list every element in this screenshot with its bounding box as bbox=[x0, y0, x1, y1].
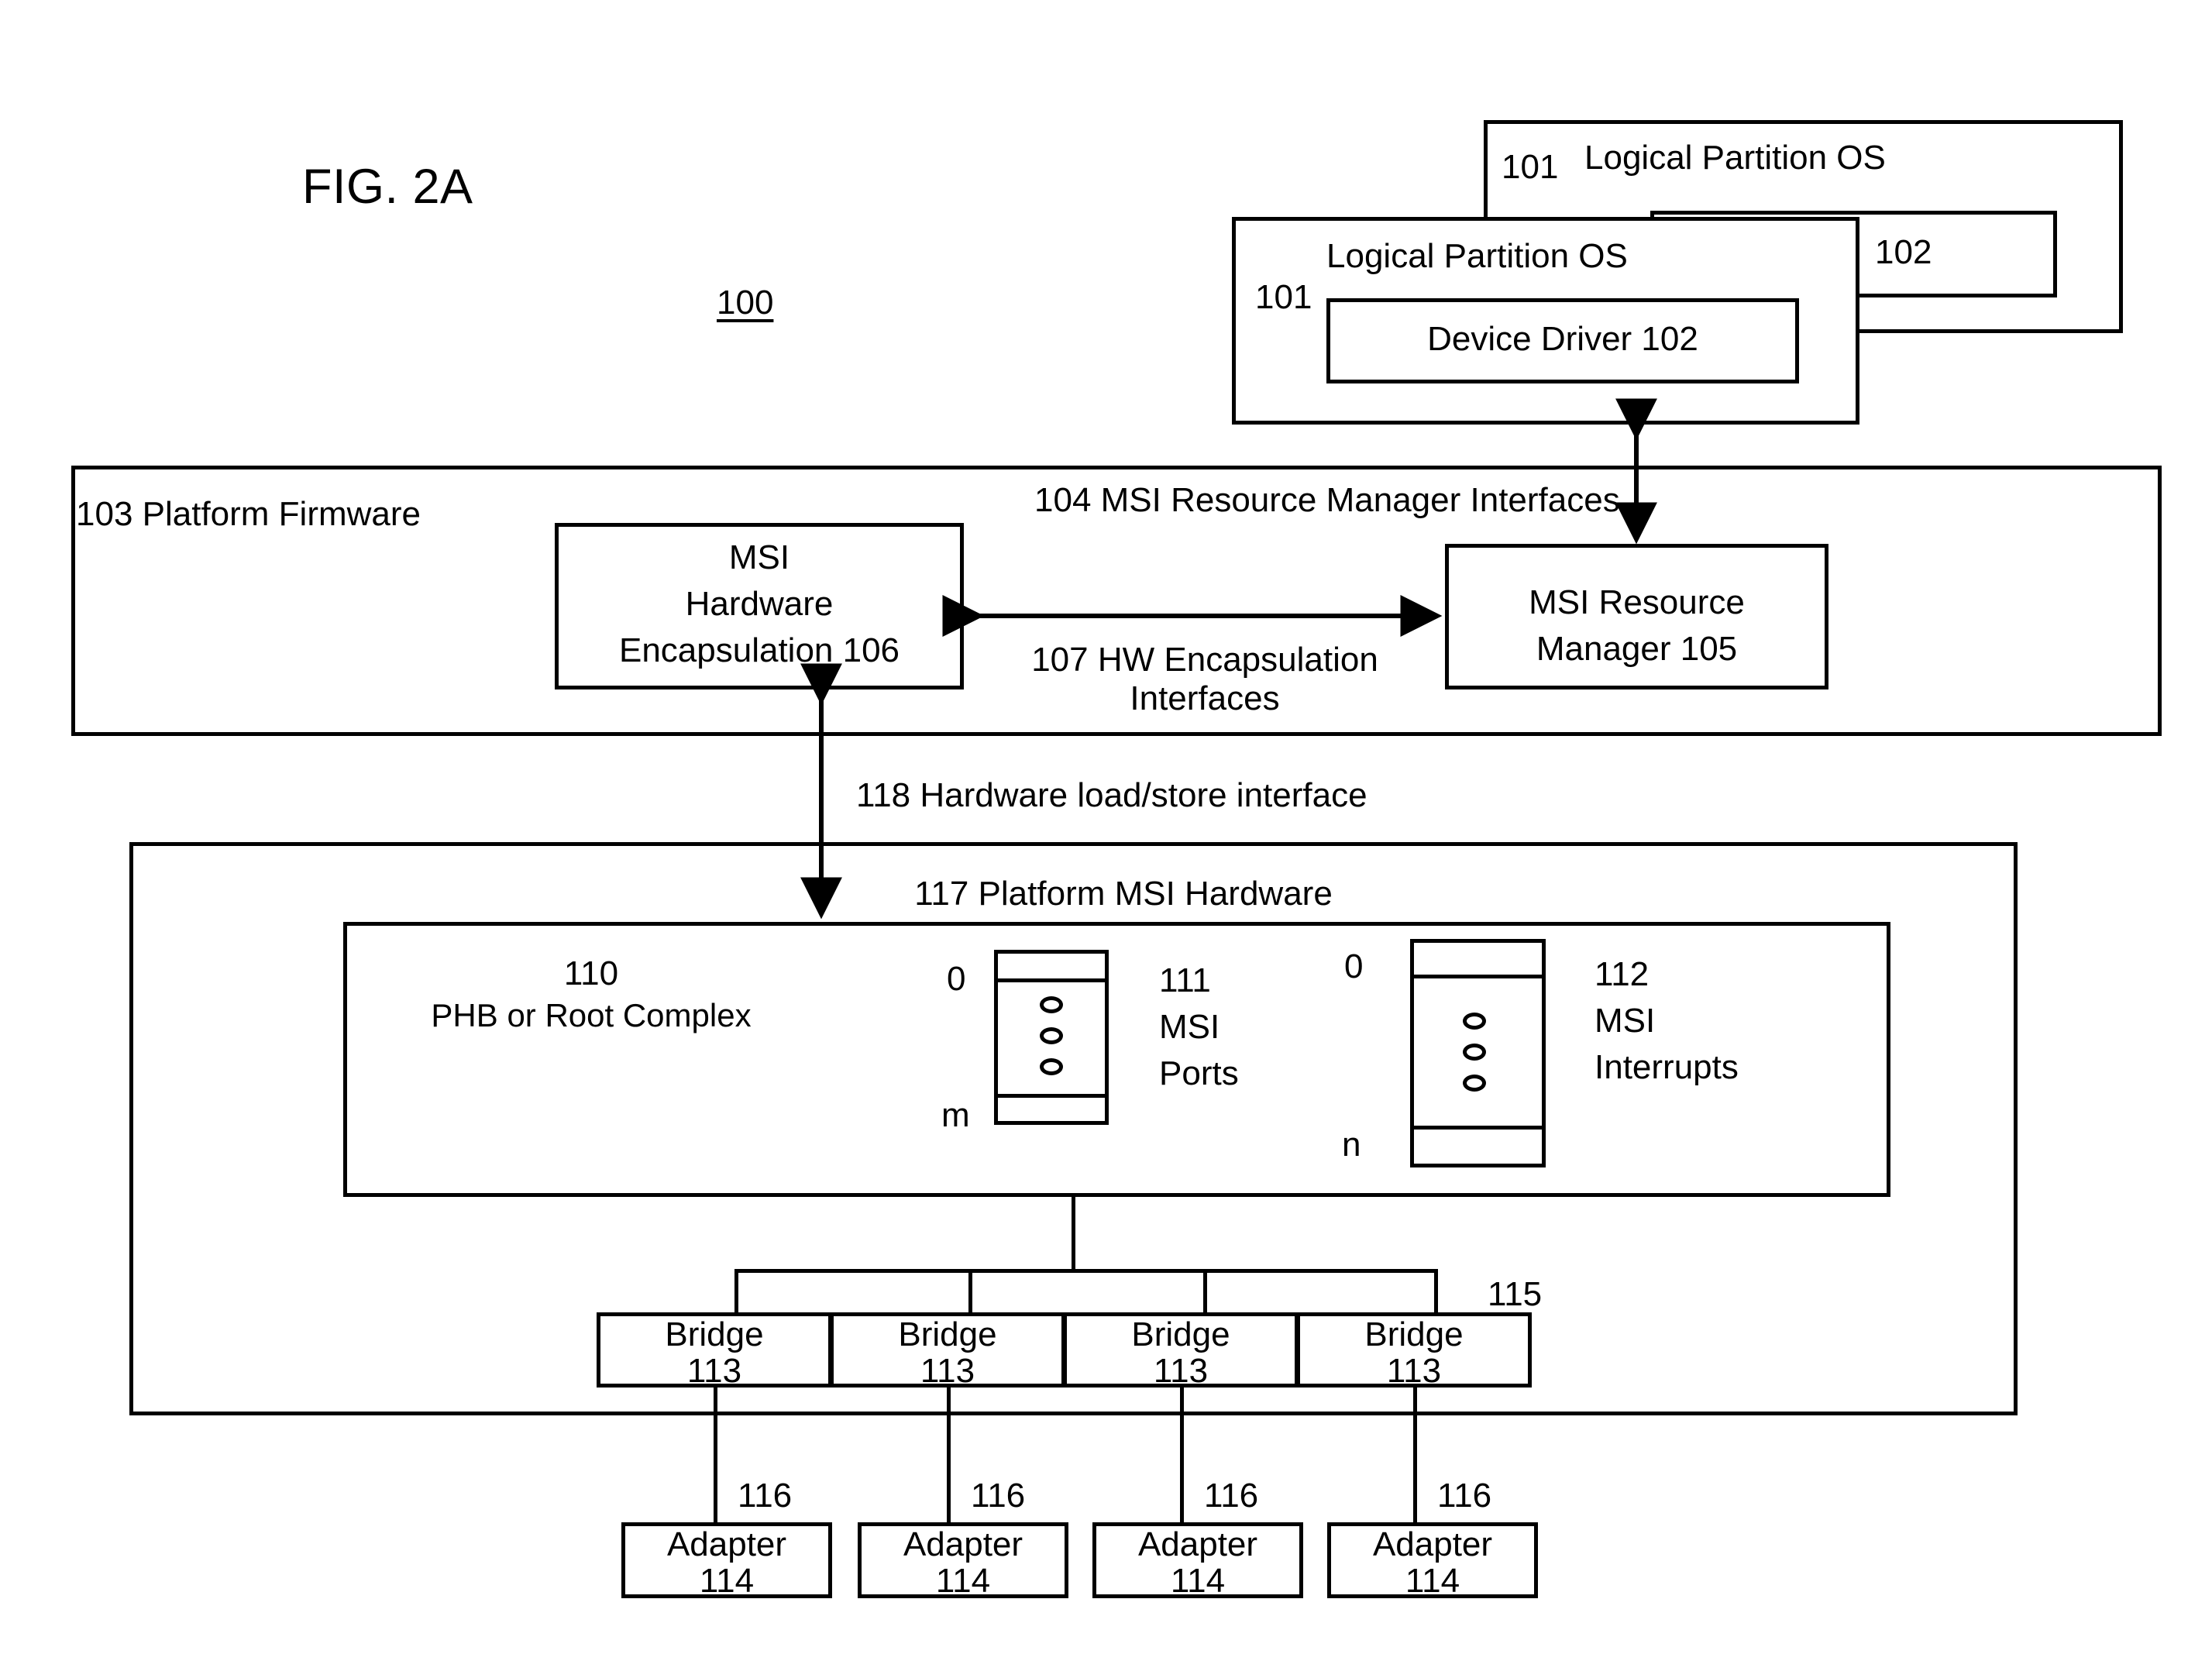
msi-ports-index-last: m bbox=[941, 1096, 970, 1134]
msi-resource-manager-line1: MSI Resource bbox=[1529, 583, 1745, 621]
adapter-name-4: Adapter bbox=[1372, 1525, 1493, 1563]
phb-to-bus-trunk bbox=[1072, 1197, 1075, 1272]
msi-ports-ellipsis-dot-3 bbox=[1040, 1058, 1063, 1075]
bridge-adapter-link-4 bbox=[1413, 1385, 1417, 1526]
bridge-adapter-link-1 bbox=[714, 1385, 717, 1526]
msi-hw-encapsulation-line2: Hardware bbox=[685, 585, 834, 623]
msi-interrupts-ellipsis-dot-1 bbox=[1463, 1013, 1486, 1030]
msi-interrupts-ellipsis-dot-3 bbox=[1463, 1075, 1486, 1092]
msi-ports-line2: Ports bbox=[1159, 1054, 1239, 1092]
bus-drop-4 bbox=[1434, 1269, 1438, 1315]
adapter-ref-3: 114 bbox=[1170, 1562, 1226, 1600]
logical-partition-front-title: Logical Partition OS bbox=[1326, 237, 1628, 275]
link-ref-1: 116 bbox=[738, 1477, 793, 1515]
msi-resource-manager-interfaces-label: 104 MSI Resource Manager Interfaces bbox=[1034, 481, 1620, 519]
link-ref-3: 116 bbox=[1204, 1477, 1259, 1515]
link-ref-4: 116 bbox=[1437, 1477, 1492, 1515]
msi-hw-encapsulation-line3: Encapsulation 106 bbox=[618, 631, 900, 669]
phb-root-complex-ref: 110 bbox=[563, 954, 619, 992]
msi-ports-ellipsis-dot-1 bbox=[1040, 996, 1063, 1013]
msi-ports-index-first: 0 bbox=[947, 960, 966, 998]
msi-hw-encapsulation-line1: MSI bbox=[728, 538, 790, 576]
msi-interrupts-divider-bottom bbox=[1410, 1126, 1546, 1130]
msi-interrupts-ref: 112 bbox=[1594, 955, 1650, 993]
msi-ports-line1: MSI bbox=[1159, 1008, 1220, 1046]
patent-figure-canvas: FIG. 2A 100 101 Logical Partition OS 102… bbox=[0, 0, 2212, 1654]
msi-ports-divider-bottom bbox=[994, 1094, 1109, 1098]
platform-msi-hardware-label: 117 Platform MSI Hardware bbox=[914, 875, 1333, 913]
logical-partition-front-ref: 101 bbox=[1255, 278, 1312, 316]
hw-encapsulation-interfaces-line1: 107 HW Encapsulation bbox=[1031, 641, 1378, 679]
msi-interrupts-divider-top bbox=[1410, 975, 1546, 978]
figure-title: FIG. 2A bbox=[302, 160, 473, 214]
logical-partition-back-ref: 101 bbox=[1502, 148, 1559, 186]
logical-partition-back-title: Logical Partition OS bbox=[1584, 139, 1886, 177]
phb-root-complex-label: PHB or Root Complex bbox=[431, 997, 752, 1033]
adapter-ref-4: 114 bbox=[1405, 1562, 1460, 1600]
adapter-name-2: Adapter bbox=[903, 1525, 1023, 1563]
bridge-adapter-link-3 bbox=[1180, 1385, 1184, 1526]
device-driver-front-label: Device Driver 102 bbox=[1427, 320, 1698, 358]
device-driver-back-ref: 102 bbox=[1875, 233, 1932, 271]
msi-ports-ellipsis-dot-2 bbox=[1040, 1027, 1063, 1044]
adapter-name-3: Adapter bbox=[1137, 1525, 1258, 1563]
msi-interrupts-line2: Interrupts bbox=[1594, 1048, 1739, 1086]
bus-drop-1 bbox=[734, 1269, 738, 1315]
link-ref-2: 116 bbox=[971, 1477, 1026, 1515]
platform-firmware-label: 103 Platform Firmware bbox=[76, 495, 421, 533]
bridge-name-4: Bridge bbox=[1364, 1315, 1464, 1353]
adapter-ref-1: 114 bbox=[699, 1562, 755, 1600]
msi-interrupts-line1: MSI bbox=[1594, 1002, 1656, 1040]
adapter-ref-2: 114 bbox=[935, 1562, 991, 1600]
bridge-adapter-link-2 bbox=[947, 1385, 951, 1526]
msi-interrupts-index-first: 0 bbox=[1344, 947, 1364, 985]
msi-ports-ref: 111 bbox=[1159, 961, 1211, 999]
bus-115-ref: 115 bbox=[1488, 1275, 1543, 1313]
system-reference-100: 100 bbox=[717, 284, 774, 322]
msi-interrupts-ellipsis-dot-2 bbox=[1463, 1044, 1486, 1061]
msi-resource-manager-line2: Manager 105 bbox=[1536, 630, 1738, 668]
bus-drop-2 bbox=[968, 1269, 972, 1315]
bus-115-line bbox=[734, 1269, 1438, 1273]
msi-ports-divider-top bbox=[994, 978, 1109, 982]
hardware-load-store-label: 118 Hardware load/store interface bbox=[856, 776, 1367, 814]
adapter-name-1: Adapter bbox=[666, 1525, 787, 1563]
bridge-name-3: Bridge bbox=[1131, 1315, 1230, 1353]
hw-encapsulation-interfaces-line2: Interfaces bbox=[1130, 679, 1280, 717]
bridge-name-2: Bridge bbox=[898, 1315, 997, 1353]
msi-interrupts-index-last: n bbox=[1342, 1126, 1361, 1164]
bridge-name-1: Bridge bbox=[665, 1315, 764, 1353]
bus-drop-3 bbox=[1203, 1269, 1207, 1315]
